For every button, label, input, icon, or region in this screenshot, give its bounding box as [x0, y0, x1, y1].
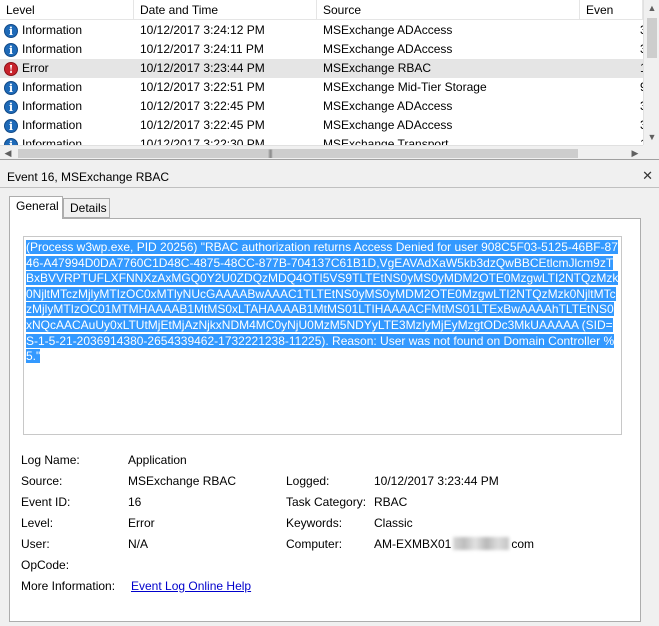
row-level-text: Information	[22, 80, 83, 94]
log-name-label: Log Name:	[21, 453, 80, 467]
more-information-label: More Information:	[21, 579, 116, 593]
info-icon: i	[4, 137, 18, 145]
row-source: MSExchange ADAccess	[323, 23, 453, 37]
computer-name-prefix: AM-EXMBX01	[374, 537, 452, 551]
row-source: MSExchange ADAccess	[323, 42, 453, 56]
horizontal-scrollbar[interactable]: ◀ ||| ▶	[0, 145, 643, 159]
event-message-text[interactable]: (Process w3wp.exe, PID 20256) "RBAC auth…	[26, 240, 619, 364]
row-level-text: Information	[22, 23, 83, 37]
row-level-text: Information	[22, 42, 83, 56]
row-level: i Information	[4, 135, 132, 145]
row-datetime: 10/12/2017 3:22:45 PM	[140, 118, 265, 132]
scroll-down-icon[interactable]: ▼	[644, 129, 659, 145]
row-datetime: 10/12/2017 3:22:30 PM	[140, 137, 265, 145]
column-header-source[interactable]: Source	[317, 0, 580, 20]
scrollbar-corner	[643, 145, 659, 159]
row-source: MSExchange ADAccess	[323, 118, 453, 132]
row-source: MSExchange Transport	[323, 137, 449, 145]
general-tab-panel: (Process w3wp.exe, PID 20256) "RBAC auth…	[9, 218, 641, 622]
info-icon: i	[4, 99, 18, 114]
event-rows: i Information 10/12/2017 3:24:12 PM MSExcha…	[0, 21, 643, 145]
computer-value: AM-EXMBX01 com	[374, 537, 534, 551]
scroll-right-icon[interactable]: ▶	[627, 146, 643, 159]
detail-title: Event 16, MSExchange RBAC	[7, 170, 170, 184]
table-row[interactable]: i Information 10/12/2017 3:24:11 PM MSExcha…	[0, 40, 643, 59]
row-level-text: Information	[22, 118, 83, 132]
table-row[interactable]: i Information 10/12/2017 3:22:45 PM MSExcha…	[0, 116, 643, 135]
row-level: i Information	[4, 97, 132, 116]
computer-name-suffix: com	[511, 537, 535, 551]
log-name-value: Application	[128, 453, 187, 467]
row-level: i Information	[4, 40, 132, 59]
event-list[interactable]: Level Date and Time Source Even i Informa…	[0, 0, 659, 160]
scroll-grip-icon: |||	[268, 148, 273, 158]
close-icon[interactable]: ✕	[642, 168, 653, 184]
column-header-date-and-time[interactable]: Date and Time	[134, 0, 317, 20]
row-level: i Information	[4, 78, 132, 97]
event-log-online-help-link[interactable]: Event Log Online Help	[131, 579, 251, 593]
table-row[interactable]: i Information 10/12/2017 3:24:12 PM MSExcha…	[0, 21, 643, 40]
row-level-text: Error	[22, 61, 49, 75]
task-category-label: Task Category:	[286, 495, 367, 509]
horizontal-scroll-thumb[interactable]	[18, 149, 578, 158]
tab-details[interactable]: Details	[63, 198, 110, 218]
row-datetime: 10/12/2017 3:24:11 PM	[140, 42, 264, 56]
keywords-value: Classic	[374, 516, 413, 530]
row-level: i Information	[4, 21, 132, 40]
list-header: Level Date and Time Source Even	[0, 0, 643, 20]
column-header-event-id[interactable]: Even	[580, 0, 643, 20]
event-id-label: Event ID:	[21, 495, 71, 509]
keywords-label: Keywords:	[286, 516, 343, 530]
logged-label: Logged:	[286, 474, 330, 488]
detail-title-bar: Event 16, MSExchange RBAC ✕	[0, 166, 659, 188]
task-category-value: RBAC	[374, 495, 408, 509]
row-level: ! Error	[4, 59, 132, 78]
user-value: N/A	[128, 537, 149, 551]
table-row[interactable]: i Information 10/12/2017 3:22:51 PM MSExcha…	[0, 78, 643, 97]
event-id-value: 16	[128, 495, 142, 509]
error-icon: !	[4, 61, 18, 76]
vertical-scrollbar[interactable]: ▲ ▼	[643, 0, 659, 145]
level-value: Error	[128, 516, 155, 530]
computer-label: Computer:	[286, 537, 343, 551]
scroll-left-icon[interactable]: ◀	[0, 146, 16, 159]
opcode-label: OpCode:	[21, 558, 70, 572]
row-datetime: 10/12/2017 3:22:51 PM	[140, 80, 265, 94]
tab-general[interactable]: General	[9, 196, 63, 219]
info-icon: i	[4, 118, 18, 133]
event-message-box[interactable]: (Process w3wp.exe, PID 20256) "RBAC auth…	[23, 236, 622, 435]
info-icon: i	[4, 80, 18, 95]
vertical-scroll-thumb[interactable]	[647, 18, 657, 58]
redacted-blur	[453, 537, 510, 550]
scroll-up-icon[interactable]: ▲	[644, 0, 659, 16]
row-source: MSExchange Mid-Tier Storage	[323, 80, 487, 94]
row-level-text: Information	[22, 99, 83, 113]
row-datetime: 10/12/2017 3:24:12 PM	[140, 23, 265, 37]
user-label: User:	[21, 537, 50, 551]
info-icon: i	[4, 23, 18, 38]
table-row[interactable]: i Information 10/12/2017 3:22:45 PM MSExcha…	[0, 97, 643, 116]
source-label: Source:	[21, 474, 63, 488]
row-level: i Information	[4, 116, 132, 135]
table-row[interactable]: i Information 10/12/2017 3:22:30 PM MSExcha…	[0, 135, 643, 145]
info-icon: i	[4, 42, 18, 57]
row-source: MSExchange RBAC	[323, 61, 432, 75]
column-header-level[interactable]: Level	[0, 0, 134, 20]
source-value: MSExchange RBAC	[128, 474, 237, 488]
row-datetime: 10/12/2017 3:23:44 PM	[140, 61, 265, 75]
row-source: MSExchange ADAccess	[323, 99, 453, 113]
logged-value: 10/12/2017 3:23:44 PM	[374, 474, 499, 488]
table-row[interactable]: ! Error 10/12/2017 3:23:44 PM MSExchange RB…	[0, 59, 643, 78]
row-level-text: Information	[22, 137, 83, 145]
level-label: Level:	[21, 516, 54, 530]
row-datetime: 10/12/2017 3:22:45 PM	[140, 99, 265, 113]
